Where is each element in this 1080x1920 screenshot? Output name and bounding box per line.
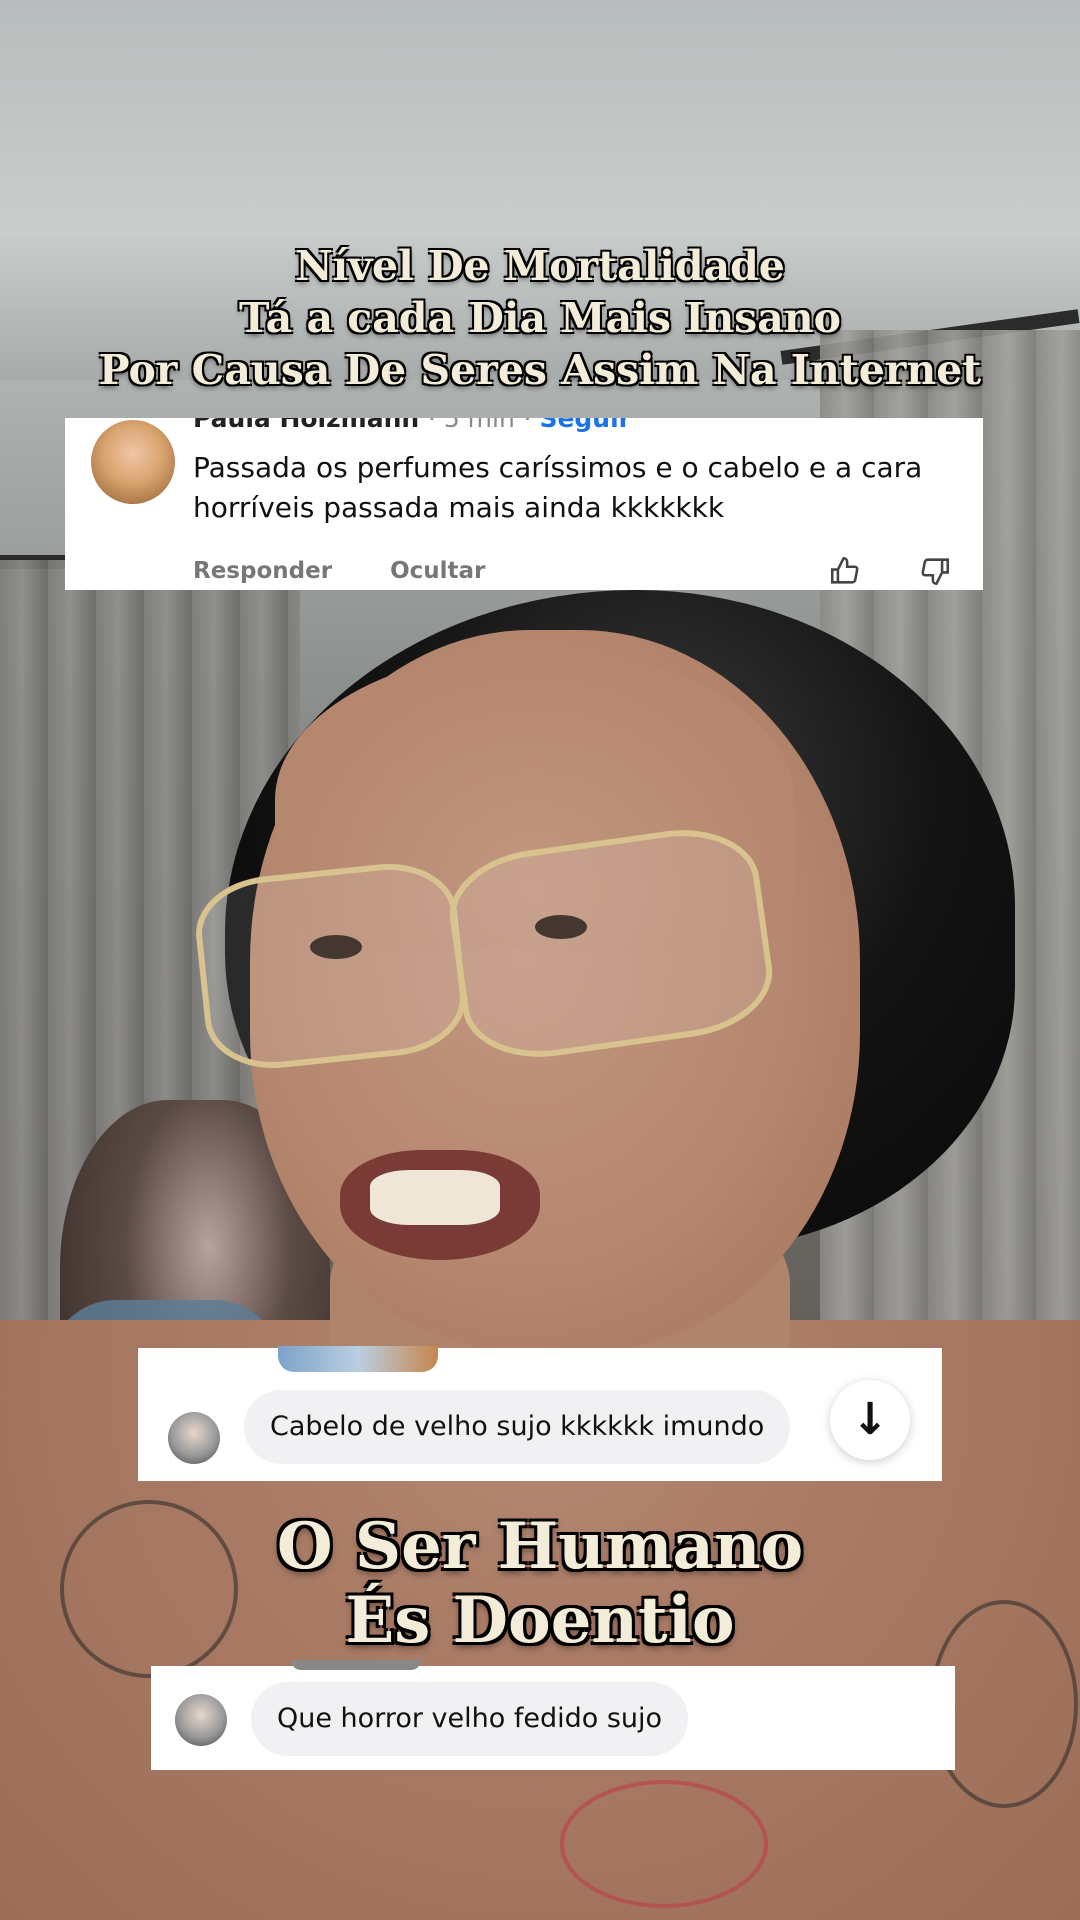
overlay-title-line2: Tá a cada Dia Mais Insano [239, 294, 841, 342]
follow-link[interactable]: Seguir [539, 418, 631, 433]
avatar[interactable] [91, 420, 175, 504]
overlay-caption-line2: És Doentio [345, 1583, 735, 1658]
teeth [370, 1170, 500, 1225]
image-peek [278, 1346, 438, 1372]
comment-card-bottom: Que horror velho fedido sujo [151, 1660, 955, 1770]
comment-author[interactable]: Paula Holzmann [193, 418, 419, 433]
glasses-left-lens [190, 856, 472, 1076]
comment-card-top: Paula Holzmann · 5 min · Seguir Passada … [65, 418, 983, 590]
comment-text: Passada os perfumes caríssimos e o cabel… [193, 451, 923, 524]
overlay-title: Nível De Mortalidade Tá a cada Dia Mais … [0, 240, 1080, 396]
arrow-down-icon[interactable]: ↓ [830, 1380, 910, 1460]
overlay-caption-line1: O Ser Humano [276, 1509, 804, 1584]
comment-time: 5 min [443, 418, 515, 433]
thumbs-down-icon[interactable] [918, 554, 952, 590]
comment-bubble: Cabelo de velho sujo kkkkkk imundo [244, 1390, 791, 1464]
comment-header: Paula Holzmann · 5 min · Seguir [193, 418, 631, 433]
comment-bubble: Que horror velho fedido sujo [251, 1682, 689, 1756]
comment-card-middle: Cabelo de velho sujo kkkkkk imundo ↓ [138, 1346, 942, 1481]
comment-separator: · [427, 418, 444, 433]
overlay-title-line1: Nível De Mortalidade [295, 242, 785, 290]
comment-actions: Responder Ocultar [193, 558, 535, 584]
comment-separator: · [523, 418, 540, 433]
avatar[interactable] [168, 1412, 220, 1464]
avatar[interactable] [175, 1694, 227, 1746]
thumbs-up-icon[interactable] [828, 554, 862, 590]
overlay-caption: O Ser Humano És Doentio [0, 1510, 1080, 1658]
image-peek [291, 1660, 421, 1670]
tattoo-heart [560, 1780, 768, 1908]
overlay-title-line3: Por Causa De Seres Assim Na Internet [98, 346, 982, 394]
hide-button[interactable]: Ocultar [390, 558, 485, 584]
reply-button[interactable]: Responder [193, 558, 332, 584]
